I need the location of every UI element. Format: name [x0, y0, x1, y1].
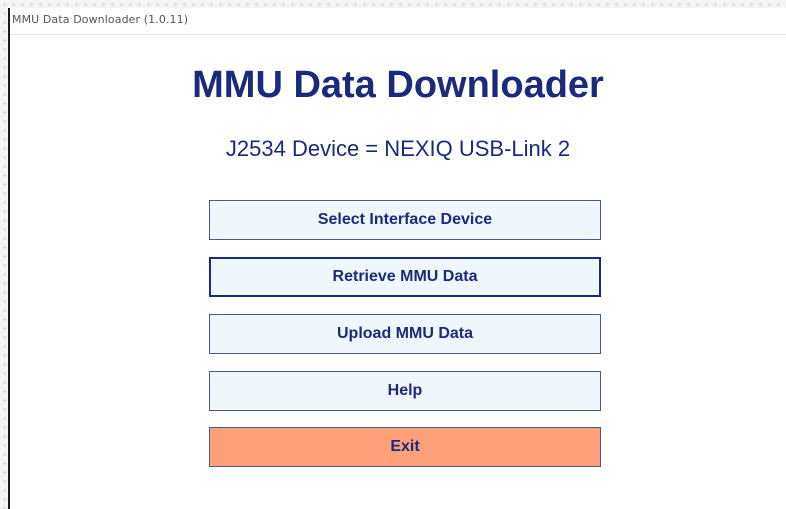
title-bar[interactable]: MMU Data Downloader (1.0.11): [10, 8, 786, 35]
exit-button[interactable]: Exit: [209, 427, 601, 467]
button-label: Upload MMU Data: [337, 325, 473, 342]
app-window: MMU Data Downloader (1.0.11) MMU Data Do…: [8, 8, 786, 509]
retrieve-mmu-data-button[interactable]: Retrieve MMU Data: [209, 257, 601, 297]
upload-mmu-data-button[interactable]: Upload MMU Data: [209, 314, 601, 354]
button-label: Select Interface Device: [317, 211, 493, 228]
help-button[interactable]: Help: [209, 371, 601, 411]
page-title: MMU Data Downloader: [192, 64, 604, 106]
window-title: MMU Data Downloader (1.0.11): [12, 13, 189, 26]
button-label: Exit: [390, 438, 420, 455]
button-label: Retrieve MMU Data: [332, 268, 478, 285]
button-label: Help: [387, 382, 423, 399]
select-interface-device-button[interactable]: Select Interface Device: [209, 200, 601, 240]
device-status-label: J2534 Device = NEXIQ USB-Link 2: [225, 136, 571, 161]
